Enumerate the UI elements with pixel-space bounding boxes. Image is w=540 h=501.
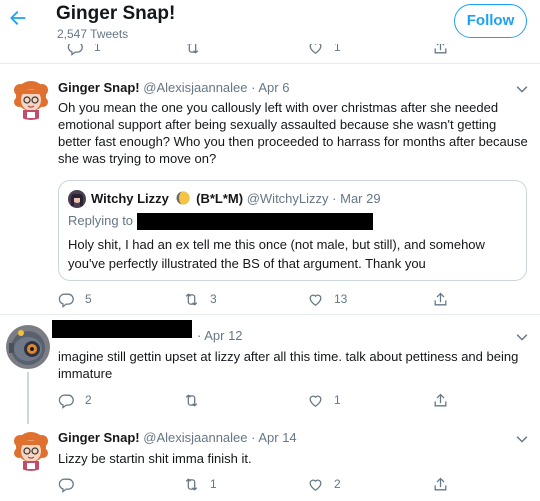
reply-button[interactable]: 1: [67, 44, 101, 56]
retweet-button[interactable]: 1: [183, 475, 217, 493]
divider: [0, 63, 540, 64]
chevron-down-icon[interactable]: [513, 430, 531, 448]
like-button[interactable]: 1: [307, 391, 341, 409]
retweet-icon: [183, 291, 200, 308]
reply-count: 1: [94, 44, 101, 54]
tweet-text: Lizzy be startin shit imma finish it.: [58, 451, 252, 466]
timestamp[interactable]: · Apr 6: [251, 80, 289, 95]
retweet-icon: [183, 392, 200, 409]
share-icon: [432, 291, 449, 308]
redaction-bar: [137, 213, 373, 230]
reply-icon: [58, 476, 75, 493]
timestamp: · Mar 29: [332, 191, 381, 206]
heart-icon: [307, 291, 324, 308]
replying-to: Replying to: [68, 213, 134, 228]
reply-icon: [67, 44, 84, 56]
retweet-button[interactable]: [184, 44, 201, 56]
share-button[interactable]: [432, 475, 449, 493]
display-name[interactable]: Ginger Snap!: [58, 80, 140, 95]
avatar[interactable]: [6, 325, 50, 369]
display-name: Witchy Lizzy: [91, 191, 169, 206]
reply-count: 2: [85, 393, 92, 407]
like-count: 2: [334, 477, 341, 491]
timestamp[interactable]: · Apr 14: [251, 430, 297, 445]
share-button[interactable]: [432, 391, 449, 409]
tweet-text: imagine still gettin upset at lizzy afte…: [58, 349, 519, 381]
tweet-action-bar: 5 3 13: [0, 290, 540, 308]
tweet-action-bar: 1 1: [0, 44, 540, 56]
like-count: 13: [334, 292, 348, 306]
reply-icon: [58, 291, 75, 308]
moon-emoji: [176, 191, 190, 205]
reply-button[interactable]: 2: [58, 391, 92, 409]
reply-icon: [58, 392, 75, 409]
avatar[interactable]: [9, 76, 53, 120]
like-button[interactable]: 2: [307, 475, 341, 493]
share-icon: [432, 476, 449, 493]
avatar[interactable]: [9, 427, 53, 471]
heart-icon: [307, 476, 324, 493]
username: @WitchyLizzy: [246, 191, 329, 206]
divider: [0, 314, 540, 315]
retweet-count: 3: [210, 292, 217, 306]
share-icon: [432, 44, 449, 56]
retweet-button[interactable]: 3: [183, 290, 217, 308]
reply-button[interactable]: [58, 475, 75, 493]
like-button[interactable]: 13: [307, 290, 347, 308]
chevron-down-icon[interactable]: [513, 328, 531, 346]
heart-icon: [307, 44, 324, 56]
share-button[interactable]: [432, 44, 449, 56]
reply-count: 5: [85, 292, 92, 306]
tweet-header: Ginger Snap! @Alexisjaannalee · Apr 6: [58, 80, 289, 95]
like-count: 1: [334, 44, 341, 54]
quoted-tweet-header: Witchy Lizzy (B*L*M) @WitchyLizzy · Mar …: [91, 191, 381, 206]
tweet-header: Ginger Snap! @Alexisjaannalee · Apr 14: [58, 430, 297, 445]
timestamp[interactable]: · Apr 12: [197, 328, 243, 343]
share-icon: [432, 392, 449, 409]
profile-header: Ginger Snap! 2,547 Tweets Follow: [0, 0, 540, 44]
tweet-header: · Apr 12: [197, 328, 243, 343]
follow-button[interactable]: Follow: [454, 4, 527, 38]
tweet-text: Oh you mean the one you callously left w…: [58, 100, 528, 166]
display-name[interactable]: Ginger Snap!: [58, 430, 140, 445]
heart-icon: [307, 392, 324, 409]
quoted-tweet[interactable]: Witchy Lizzy (B*L*M) @WitchyLizzy · Mar …: [58, 180, 527, 281]
arrow-left-icon[interactable]: [8, 8, 28, 28]
like-count: 1: [334, 393, 341, 407]
share-button[interactable]: [432, 290, 449, 308]
retweet-count: 1: [210, 477, 217, 491]
retweet-icon: [183, 476, 200, 493]
quoted-tweet-text: Holy shit, I had an ex tell me this once…: [68, 237, 485, 271]
username[interactable]: @Alexisjaannalee: [143, 430, 247, 445]
retweet-button[interactable]: [183, 391, 200, 409]
username[interactable]: @Alexisjaannalee: [143, 80, 247, 95]
chevron-down-icon[interactable]: [513, 80, 531, 98]
tweet-count: 2,547 Tweets: [57, 27, 129, 41]
tweet-action-bar: 1 2: [0, 475, 540, 493]
page-title: Ginger Snap!: [56, 3, 176, 24]
avatar: [68, 190, 86, 208]
like-button[interactable]: 1: [307, 44, 341, 56]
retweet-icon: [184, 44, 201, 56]
reply-button[interactable]: 5: [58, 290, 92, 308]
redaction-bar: [52, 320, 192, 338]
tweet-action-bar: 2 1: [0, 391, 540, 409]
display-name-suffix: (B*L*M): [196, 191, 244, 206]
